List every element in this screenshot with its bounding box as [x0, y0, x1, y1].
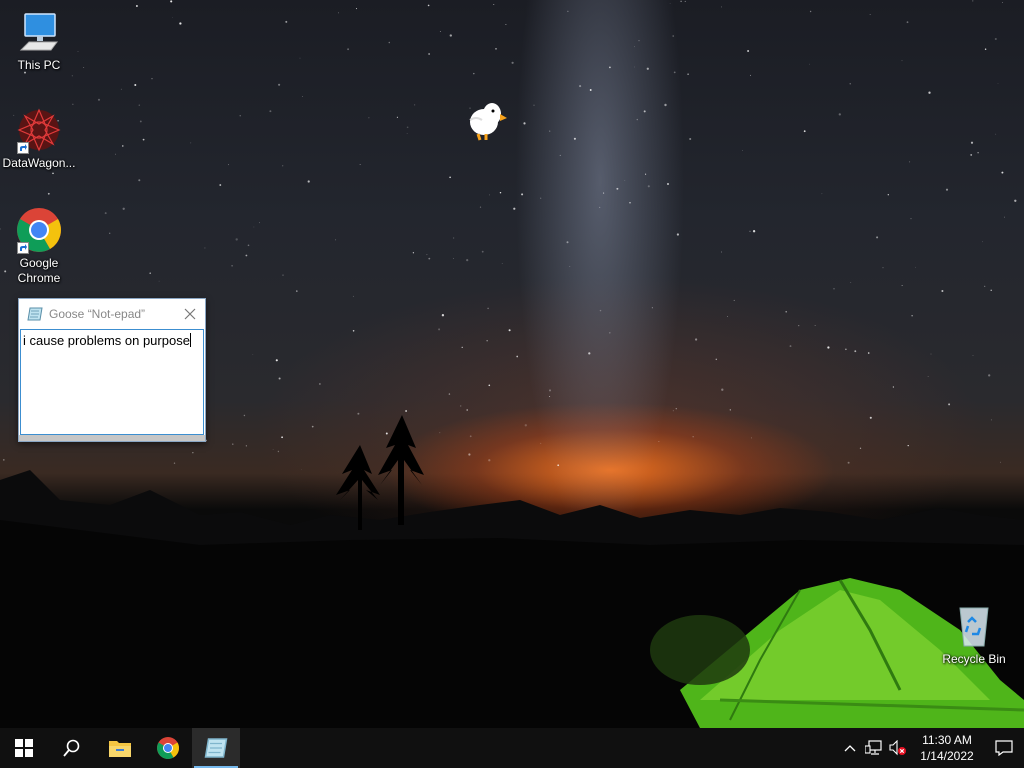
show-hidden-icons-button[interactable]: [838, 728, 862, 768]
network-button[interactable]: [862, 728, 886, 768]
close-icon: [184, 308, 196, 320]
text-editor-area[interactable]: i cause problems on purpose: [20, 329, 204, 435]
chrome-icon: [15, 206, 63, 254]
desktop-icon-google-chrome[interactable]: Google Chrome: [1, 206, 77, 286]
taskbar-notepad[interactable]: [192, 728, 240, 768]
desktop-icon-label: Google Chrome: [17, 256, 61, 285]
desktop-icon-recycle-bin[interactable]: Recycle Bin: [936, 602, 1012, 667]
search-button[interactable]: [48, 728, 96, 768]
desktop-icon-this-pc[interactable]: This PC: [1, 8, 77, 73]
notification-icon: [995, 740, 1013, 756]
clock-date: 1/14/2022: [920, 749, 974, 763]
datawagon-app-icon: [15, 106, 63, 154]
network-icon: [865, 740, 882, 755]
desktop-icon-label: DataWagon...: [2, 156, 76, 170]
notepad-icon: [27, 307, 43, 321]
desktop-goose[interactable]: [462, 94, 512, 144]
desktop-icon-label: Recycle Bin: [942, 652, 1006, 666]
shortcut-arrow-icon: [17, 142, 29, 154]
start-button[interactable]: [0, 728, 48, 768]
taskbar: 11:30 AM 1/14/2022: [0, 728, 1024, 768]
chevron-up-icon: [844, 745, 856, 752]
window-title: Goose “Not-epad”: [49, 307, 146, 321]
volume-button[interactable]: [886, 728, 910, 768]
text-caret: [189, 333, 191, 347]
goose-notepad-window[interactable]: Goose “Not-epad” i cause problems on pur…: [18, 298, 206, 442]
taskbar-file-explorer[interactable]: [96, 728, 144, 768]
computer-icon: [15, 8, 63, 56]
editor-text: i cause problems on purpose: [23, 333, 190, 348]
recycle-bin-icon: [950, 602, 998, 650]
clock-time: 11:30 AM: [922, 733, 972, 747]
taskbar-clock[interactable]: 11:30 AM 1/14/2022: [910, 732, 984, 764]
desktop-icon-label: This PC: [17, 58, 61, 72]
goose-icon: [469, 103, 507, 141]
system-tray: 11:30 AM 1/14/2022: [838, 728, 1024, 768]
shortcut-arrow-icon: [17, 242, 29, 254]
volume-muted-icon: [889, 740, 906, 756]
windows-logo-icon: [15, 739, 33, 757]
search-icon: [63, 739, 80, 757]
taskbar-chrome[interactable]: [144, 728, 192, 768]
action-center-button[interactable]: [984, 728, 1024, 768]
window-titlebar[interactable]: Goose “Not-epad”: [19, 299, 205, 329]
notepad-icon: [204, 738, 228, 758]
desktop-icon-datawagon[interactable]: DataWagon...: [1, 106, 77, 171]
folder-icon: [109, 741, 131, 757]
close-button[interactable]: [175, 299, 205, 329]
chrome-icon: [157, 737, 179, 759]
window-bottom-edge: [19, 435, 205, 441]
